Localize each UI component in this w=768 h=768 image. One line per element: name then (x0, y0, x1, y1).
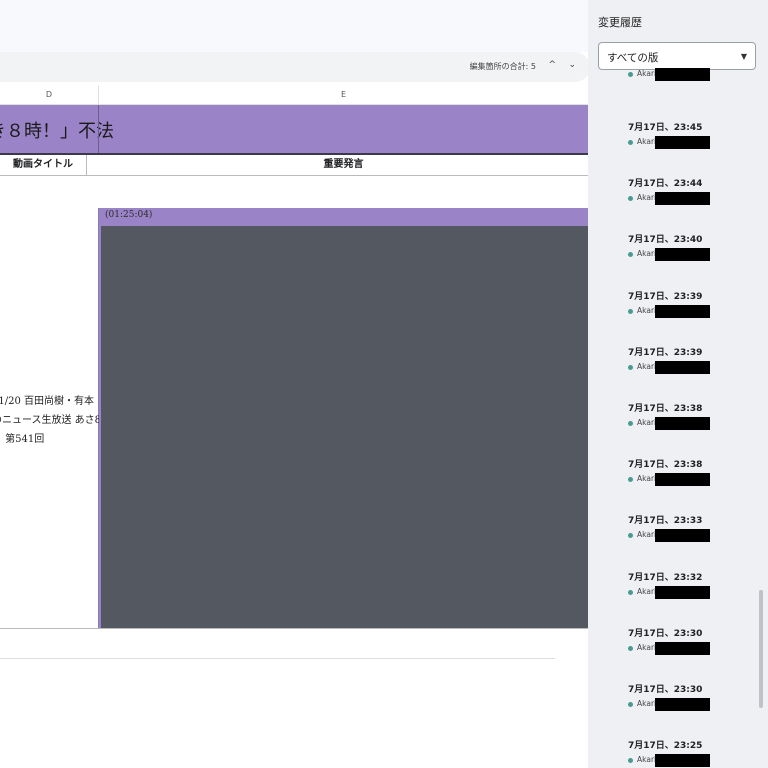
version-entry[interactable]: 7月17日、23:44 Akari (628, 176, 748, 216)
version-filter-dropdown[interactable]: すべての版 ▼ (598, 42, 756, 70)
version-author: Akari (637, 755, 657, 765)
version-author: Akari (637, 305, 657, 315)
redacted-name (655, 585, 710, 599)
video-title-cell[interactable]: 01/20 百田尚樹・有本 のニュース生放送 あさ8 ！ 第541回 (0, 208, 102, 628)
version-author: Akari (637, 418, 657, 427)
redacted-block (101, 226, 588, 628)
version-entry[interactable]: 7月17日、23:25 Akari (628, 738, 748, 768)
version-entry[interactable]: 7月17日、23:40 Akari (628, 232, 748, 272)
version-entry[interactable]: 7月17日、23:39 Akari (628, 289, 748, 329)
version-timestamp: 7月17日、23:45 (628, 123, 703, 133)
version-entry[interactable]: 7月17日、23:39 Akari (628, 345, 748, 385)
version-timestamp: 7月17日、23:38 (628, 460, 703, 471)
redacted-name (655, 248, 710, 262)
redacted-name (655, 529, 710, 543)
version-timestamp: 7月17日、23:39 (628, 347, 703, 358)
author-color-dot (628, 196, 633, 202)
timestamp-label: (01:25:04) (105, 210, 153, 220)
version-filter-value: すべての版 (607, 52, 659, 64)
redacted-name (655, 417, 710, 430)
empty-row[interactable] (0, 176, 588, 209)
redacted-name (655, 641, 710, 655)
panel-title: 変更履歴 (598, 16, 642, 29)
row-border (0, 628, 588, 629)
author-color-dot (628, 477, 633, 483)
version-author: Akari (637, 474, 657, 484)
sheet-title: き８時！」不法 (0, 121, 114, 142)
author-color-dot (628, 308, 633, 314)
version-entry[interactable]: 7月17日、23:45 Akari (628, 120, 748, 160)
version-entry[interactable]: 7月17日、23:30 Akari (628, 626, 748, 666)
version-timestamp: 7月17日、23:39 (628, 291, 703, 302)
row-border (0, 658, 555, 659)
version-author: Akari (637, 249, 657, 259)
version-author: Akari (637, 193, 657, 203)
version-timestamp: 7月17日、23:40 (628, 235, 703, 246)
version-timestamp: 7月17日、23:25 (628, 741, 703, 752)
version-author: Akari (637, 361, 657, 371)
redacted-name (655, 473, 710, 487)
redacted-name (655, 68, 710, 81)
redacted-name (655, 698, 710, 711)
chevron-up-icon[interactable]: ^ (548, 60, 556, 70)
scrollbar-thumb[interactable] (759, 590, 763, 708)
version-history-panel: 変更履歴 すべての版 ▼ Akari 7月17日、23:45 Akari 7月17日、… (588, 0, 768, 768)
author-color-dot (628, 72, 633, 77)
version-author: Akari (637, 530, 657, 540)
version-entry[interactable]: 7月17日、23:32 Akari (628, 570, 748, 610)
version-author: Akari (637, 69, 657, 78)
author-color-dot (628, 702, 633, 707)
version-author: Akari (637, 642, 657, 652)
version-author: Akari (637, 586, 657, 596)
column-header-e[interactable]: E (99, 86, 588, 105)
find-bar: 編集箇所の合計: 5 ^ ⌄ (0, 52, 590, 82)
redacted-name (655, 304, 710, 318)
version-timestamp: 7月17日、23:30 (628, 685, 703, 695)
cell-divider (98, 105, 99, 153)
author-color-dot (628, 421, 633, 426)
redacted-name (655, 192, 710, 206)
toolbar-area (0, 0, 590, 52)
title-row[interactable]: き８時！」不法 (0, 105, 588, 155)
video-title-line: 01/20 百田尚樹・有本 (0, 396, 94, 407)
video-title-line: のニュース生放送 あさ8 (0, 415, 102, 426)
key-statement-cell[interactable]: (01:25:04) (99, 208, 588, 628)
header-row: 動画タイトル 重要発言 (0, 155, 588, 176)
version-timestamp: 7月17日、23:30 (628, 628, 703, 639)
header-cell-video-title[interactable]: 動画タイトル (0, 155, 87, 175)
version-timestamp: 7月17日、23:33 (628, 516, 703, 527)
author-color-dot (628, 589, 633, 595)
spreadsheet-grid: D E き８時！」不法 動画タイトル 重要発言 01/20 百田尚樹・有本 のニ… (0, 86, 588, 768)
version-entry[interactable]: 7月17日、23:30 Akari (628, 682, 748, 722)
version-author: Akari (637, 137, 657, 146)
edit-count: 編集箇所の合計: 5 (469, 62, 536, 71)
author-color-dot (628, 645, 633, 651)
author-color-dot (628, 252, 633, 258)
author-color-dot (628, 364, 633, 370)
video-title-line: ！ 第541回 (0, 434, 45, 445)
redacted-name (655, 136, 710, 149)
author-color-dot (628, 758, 633, 764)
version-timestamp: 7月17日、23:38 (628, 404, 703, 414)
video-title-text: 01/20 百田尚樹・有本 のニュース生放送 あさ8 ！ 第541回 (0, 392, 102, 449)
version-timestamp: 7月17日、23:44 (628, 179, 703, 190)
redacted-name (655, 360, 710, 374)
version-entry[interactable]: Akari (628, 68, 748, 108)
version-author: Akari (637, 699, 657, 708)
column-header-d[interactable]: D (0, 86, 99, 105)
redacted-name (655, 754, 710, 768)
version-entry[interactable]: 7月17日、23:38 Akari (628, 457, 748, 497)
header-cell-key-statement[interactable]: 重要発言 (99, 155, 588, 175)
version-entry[interactable]: 7月17日、23:38 Akari (628, 401, 748, 441)
author-color-dot (628, 533, 633, 539)
caret-down-icon: ▼ (740, 52, 747, 61)
author-color-dot (628, 140, 633, 145)
version-timestamp: 7月17日、23:32 (628, 572, 703, 583)
chevron-down-icon[interactable]: ⌄ (568, 60, 576, 70)
data-row: 01/20 百田尚樹・有本 のニュース生放送 あさ8 ！ 第541回 (01:2… (0, 208, 588, 628)
version-entry[interactable]: 7月17日、23:33 Akari (628, 513, 748, 553)
